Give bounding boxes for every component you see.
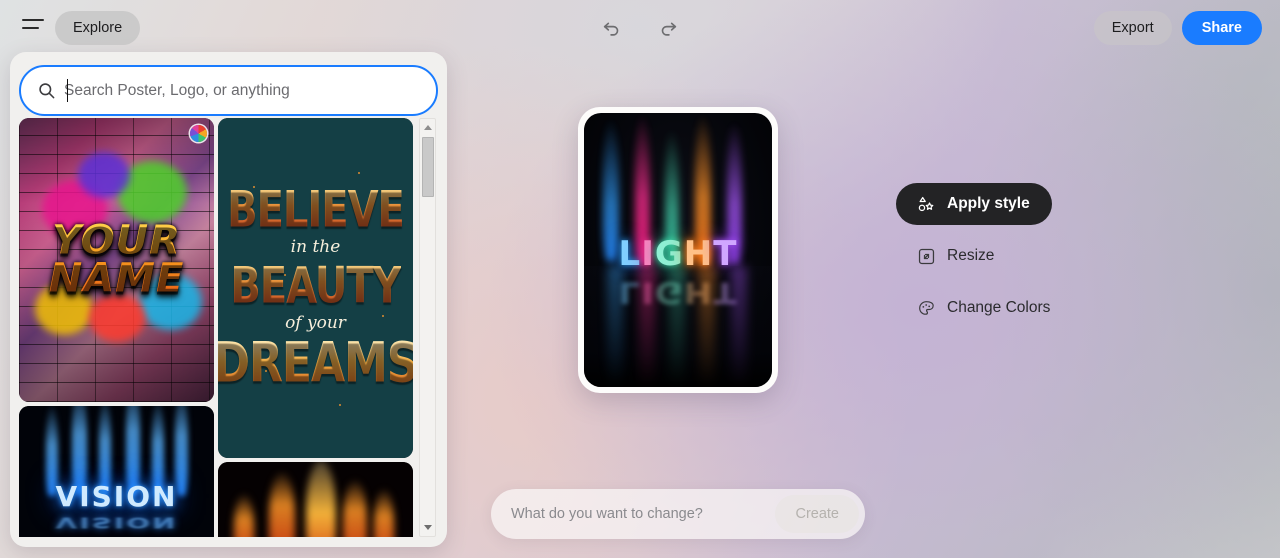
gallery-column-left: YOUR NAME VISION VISION <box>19 118 214 537</box>
fire-background <box>218 462 413 537</box>
explore-button[interactable]: Explore <box>55 11 141 45</box>
reflection-streak <box>638 266 655 387</box>
gallery-item-title: VISION <box>55 480 178 514</box>
undo-button[interactable] <box>598 14 626 42</box>
reflection-streak <box>698 266 715 387</box>
paint-splat <box>89 294 146 343</box>
hamburger-line-1 <box>22 19 44 21</box>
artwork-action-menu: Apply style Resize Change Colors <box>896 183 1072 329</box>
apply-style-label: Apply style <box>947 195 1030 212</box>
undo-arrow-icon <box>603 22 619 36</box>
gallery-item-fire[interactable] <box>218 462 413 537</box>
scroll-up-arrow-icon[interactable] <box>420 120 435 135</box>
flame-shape <box>268 471 295 537</box>
change-colors-label: Change Colors <box>947 299 1051 316</box>
resize-button[interactable]: Resize <box>896 235 1016 277</box>
color-palette-badge-icon[interactable] <box>190 125 207 142</box>
resize-icon <box>916 246 936 266</box>
gallery-column-right: BELIEVE in the BEAUTY of your DREAMS <box>218 118 413 537</box>
artwork-title: LIGHT <box>618 233 738 274</box>
top-toolbar: Explore Export Share <box>0 0 1280 56</box>
template-gallery: YOUR NAME VISION VISION BELIEVE in the B… <box>19 118 419 537</box>
gallery-item-vision[interactable]: VISION VISION <box>19 406 214 537</box>
hamburger-menu-icon[interactable] <box>22 19 46 33</box>
gallery-item-title-reflection: VISION <box>55 513 178 532</box>
gallery-item-your-name[interactable]: YOUR NAME <box>19 118 214 402</box>
paint-splat <box>77 152 130 199</box>
prompt-input[interactable] <box>511 506 776 522</box>
search-box[interactable] <box>19 65 438 116</box>
top-right-actions: Export Share <box>1093 11 1262 45</box>
flame-shape <box>305 462 336 537</box>
export-button[interactable]: Export <box>1093 11 1172 45</box>
flame-shape <box>233 494 254 537</box>
hamburger-line-2 <box>22 27 39 29</box>
change-colors-button[interactable]: Change Colors <box>896 287 1072 329</box>
scrollbar-thumb[interactable] <box>422 137 434 197</box>
reflection-streak <box>730 266 747 387</box>
explore-panel: YOUR NAME VISION V <box>10 52 447 547</box>
scroll-down-arrow-icon[interactable] <box>420 520 435 535</box>
reflection-streak <box>668 266 685 387</box>
gallery-item-believe-dreams[interactable]: BELIEVE in the BEAUTY of your DREAMS <box>218 118 413 458</box>
search-bar <box>19 65 438 116</box>
prompt-bar: Create <box>491 489 865 539</box>
redo-button[interactable] <box>654 14 682 42</box>
artwork-image: LIGHT LIGHT <box>584 113 772 387</box>
canvas-artwork-card[interactable]: LIGHT LIGHT <box>578 107 778 393</box>
flame-shape <box>342 480 367 537</box>
text-cursor <box>67 79 68 102</box>
shapes-icon <box>916 194 936 214</box>
search-input[interactable] <box>64 81 420 100</box>
apply-style-button[interactable]: Apply style <box>896 183 1052 225</box>
resize-label: Resize <box>947 247 995 264</box>
reflection-streak <box>606 266 623 387</box>
create-button[interactable]: Create <box>775 495 859 533</box>
redo-arrow-icon <box>661 22 677 36</box>
gallery-item-title: YOUR NAME <box>19 221 214 298</box>
gallery-scrollbar[interactable] <box>419 118 436 537</box>
palette-icon <box>916 298 936 318</box>
search-icon <box>37 81 56 100</box>
gallery-item-title: BELIEVE in the BEAUTY of your DREAMS <box>218 118 413 458</box>
share-button[interactable]: Share <box>1181 11 1262 45</box>
flame-shape <box>374 489 394 537</box>
history-controls <box>598 14 682 42</box>
